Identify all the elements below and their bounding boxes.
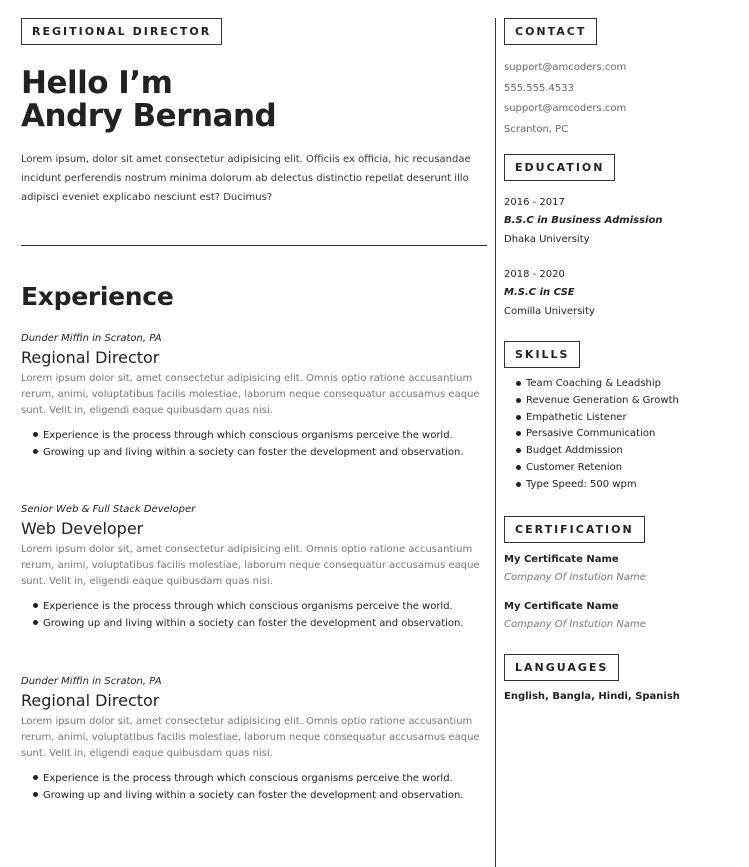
skills-section: SKILLS Team Coaching & Leadship Revenue … [504, 341, 739, 494]
education-years: 2018 - 2020 [504, 269, 565, 280]
education-heading: EDUCATION [504, 154, 616, 181]
job-bullet: Experience is the process through which … [21, 598, 487, 615]
job-description: Lorem ipsum dolor sit, amet consectetur … [21, 544, 480, 587]
main-column: REGITIONAL DIRECTOR Hello I’m Andry Bern… [21, 18, 487, 801]
education-section: EDUCATION 2016 - 2017 B.S.C in Business … [504, 154, 739, 322]
experience-heading: Experience [21, 282, 174, 311]
certificate-institution: Company Of Instution Name [504, 619, 646, 630]
skill-item: Budget Addmission [504, 443, 739, 460]
languages-section: LANGUAGES English, Bangla, Hindi, Spanis… [504, 654, 739, 702]
job-company: Dunder Miffin in Scraton, PA [21, 676, 162, 687]
skill-item: Type Speed: 500 wpm [504, 477, 739, 494]
skills-heading: SKILLS [504, 341, 581, 368]
experience-item: Dunder Miffin in Scraton, PA Regional Di… [21, 333, 487, 461]
section-divider [21, 245, 487, 246]
name-line: Andry Bernand [21, 98, 277, 134]
certification-section: CERTIFICATION My Certificate Name Compan… [504, 516, 739, 634]
contact-list: support@amcoders.com 555.555.4533 suppor… [504, 58, 739, 140]
certification-heading: CERTIFICATION [504, 516, 645, 543]
languages-list: English, Bangla, Hindi, Spanish [504, 691, 680, 702]
education-degree: B.S.C in Business Admission [504, 215, 663, 226]
contact-email-secondary[interactable]: support@amcoders.com [504, 99, 739, 120]
job-company: Senior Web & Full Stack Developer [21, 504, 196, 515]
contact-section: CONTACT support@amcoders.com 555.555.453… [504, 18, 739, 140]
job-role: Regional Director [21, 691, 160, 710]
education-years: 2016 - 2017 [504, 197, 565, 208]
job-bullet: Growing up and living within a society c… [21, 615, 487, 632]
education-school: Dhaka University [504, 234, 590, 245]
certification-item: My Certificate Name Company Of Instution… [504, 598, 739, 634]
languages-heading: LANGUAGES [504, 654, 620, 681]
education-item: 2018 - 2020 M.S.C in CSE Comilla Univers… [504, 266, 739, 322]
job-bullet: Growing up and living within a society c… [21, 444, 487, 461]
experience-item: Dunder Miffin in Scraton, PA Regional Di… [21, 676, 487, 804]
job-role: Regional Director [21, 348, 160, 367]
certificate-institution: Company Of Instution Name [504, 572, 646, 583]
job-description: Lorem ipsum dolor sit, amet consectetur … [21, 373, 480, 416]
skill-item: Empathetic Listener [504, 410, 739, 427]
job-description: Lorem ipsum dolor sit, amet consectetur … [21, 716, 480, 759]
job-bullet: Experience is the process through which … [21, 427, 487, 444]
job-bullet: Growing up and living within a society c… [21, 787, 487, 804]
skill-item: Team Coaching & Leadship [504, 376, 739, 393]
skills-list: Team Coaching & Leadship Revenue Generat… [504, 376, 739, 494]
skill-item: Revenue Generation & Growth [504, 393, 739, 410]
greeting-heading: Hello I’m Andry Bernand [21, 67, 487, 133]
intro-paragraph: Lorem ipsum, dolor sit amet consectetur … [21, 154, 471, 203]
contact-phone[interactable]: 555.555.4533 [504, 79, 739, 100]
certificate-name: My Certificate Name [504, 554, 619, 565]
column-divider [495, 18, 496, 867]
education-item: 2016 - 2017 B.S.C in Business Admission … [504, 194, 739, 250]
greeting-line: Hello I’m [21, 65, 173, 101]
job-bullets: Experience is the process through which … [21, 427, 487, 461]
certification-item: My Certificate Name Company Of Instution… [504, 551, 739, 587]
contact-heading: CONTACT [504, 18, 598, 45]
job-bullets: Experience is the process through which … [21, 598, 487, 632]
certificate-name: My Certificate Name [504, 601, 619, 612]
skill-item: Customer Retenion [504, 460, 739, 477]
job-bullets: Experience is the process through which … [21, 770, 487, 804]
education-degree: M.S.C in CSE [504, 287, 575, 298]
experience-item: Senior Web & Full Stack Developer Web De… [21, 504, 487, 632]
job-company: Dunder Miffin in Scraton, PA [21, 333, 162, 344]
job-title-tag: REGITIONAL DIRECTOR [21, 18, 223, 45]
job-role: Web Developer [21, 519, 144, 538]
contact-email[interactable]: support@amcoders.com [504, 58, 739, 79]
contact-location: Scranton, PC [504, 123, 569, 135]
job-bullet: Experience is the process through which … [21, 770, 487, 787]
education-school: Comilla University [504, 306, 595, 317]
skill-item: Persasive Communication [504, 426, 739, 443]
